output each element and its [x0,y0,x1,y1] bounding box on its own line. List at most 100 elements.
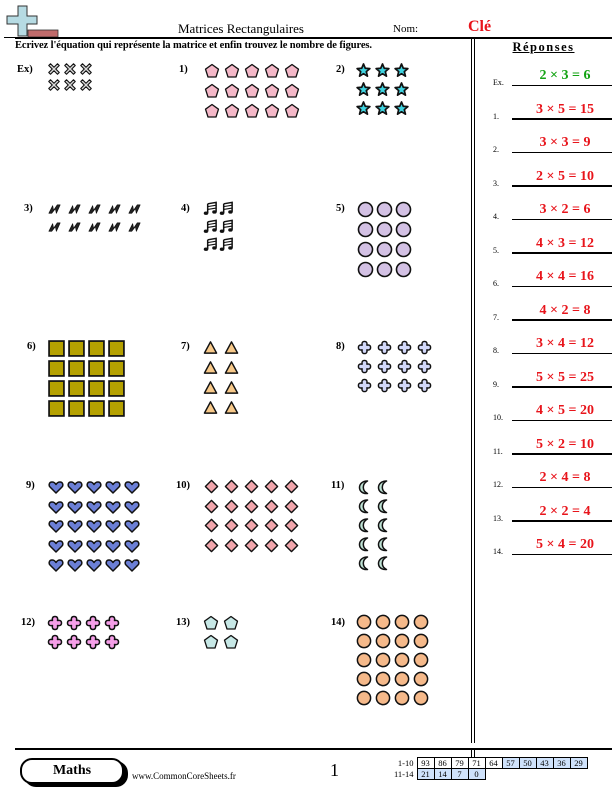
answer-text[interactable]: 2 × 5 = 10 [512,169,612,185]
pentagon-icon [223,634,239,649]
crescent-icon [358,556,369,571]
answer-line [512,84,612,86]
answer-number: 8. [493,346,499,355]
answer-row: 9. 5 × 5 = 25 [493,369,612,389]
answer-line [512,486,612,488]
star-icon [394,101,409,115]
square-icon [48,340,65,357]
heart-icon [48,481,64,494]
music-note-icon [219,219,233,233]
circle-icon [356,671,372,687]
crescent-icon [377,518,388,533]
pentagon-icon [204,63,220,78]
answer-line [512,386,612,388]
answer-text[interactable]: 2 × 3 = 6 [512,68,612,84]
answer-text[interactable]: 4 × 3 = 12 [512,236,612,252]
quatrefoil-icon [377,340,392,355]
triangle-icon [203,381,218,394]
square-icon [88,380,105,397]
heart-icon [67,559,83,572]
score-cell: 29 [569,757,588,769]
lightning-icon [48,204,61,214]
circle-icon [357,241,374,258]
answer-number: 6. [493,279,499,288]
problem-label: 11) [331,480,345,491]
diamond-icon [244,518,259,533]
answer-text[interactable]: 3 × 4 = 12 [512,336,612,352]
quatrefoil-icon [377,359,392,374]
answer-line [512,352,612,354]
diamond-icon [224,538,239,552]
problem-label: 13) [176,617,190,628]
answer-row: 10. 4 × 5 = 20 [493,402,612,422]
score-cell: 57 [501,757,520,769]
answer-number: 12. [493,480,503,489]
star-icon [375,101,390,115]
answer-text[interactable]: 2 × 4 = 8 [512,470,612,486]
answer-row: 13. 2 × 2 = 4 [493,503,612,523]
diamond-icon [204,518,219,533]
quatrefoil-icon [47,615,63,631]
answer-text[interactable]: 4 × 5 = 20 [512,403,612,419]
circle-icon [395,261,412,278]
circle-icon [375,671,391,687]
answer-line [512,419,612,421]
answer-number: 3. [493,178,499,188]
answer-number: 4. [493,212,499,221]
answer-line [512,151,612,153]
triangle-icon [203,341,218,354]
square-icon [108,360,125,377]
diamond-icon [284,518,299,533]
heart-icon [86,539,102,553]
diamond-icon [284,538,299,552]
score-cell: 36 [552,757,571,769]
problem-label: 2) [336,64,345,75]
answer-text[interactable]: 3 × 3 = 9 [512,135,612,151]
answer-text[interactable]: 3 × 2 = 6 [512,202,612,218]
lightning-icon [108,204,121,214]
answer-row: Ex. 2 × 3 = 6 [493,67,612,87]
triangle-icon [224,381,239,394]
answer-text[interactable]: 4 × 2 = 8 [512,303,612,319]
answer-number: 11. [493,446,503,456]
diamond-icon [224,479,239,494]
circle-icon [394,614,410,630]
problem-label: 5) [336,203,345,214]
lightning-icon [68,204,81,214]
score-range-label: 11-14 [394,769,414,779]
star-icon [356,63,371,77]
square-icon [68,360,85,377]
star-icon [356,101,371,115]
heart-icon [86,520,102,533]
lightning-icon [48,222,61,232]
square-icon [108,340,125,357]
answer-text[interactable]: 5 × 2 = 10 [512,437,612,453]
star-icon [394,63,409,77]
circle-icon [394,633,410,649]
problem-label: Ex) [17,64,33,75]
score-row: 11-14 21 14 7 0 [392,768,587,780]
diamond-icon [224,518,239,533]
answer-line [512,252,612,254]
problem-label: 8) [336,341,345,352]
answer-text[interactable]: 5 × 4 = 20 [512,537,612,553]
square-icon [88,400,105,417]
answer-text[interactable]: 4 × 4 = 16 [512,269,612,285]
circle-icon [376,221,393,238]
quatrefoil-icon [397,359,412,374]
problem-label: 1) [179,64,188,75]
answer-line [512,185,612,187]
circle-icon [375,614,391,630]
answer-text[interactable]: 5 × 5 = 25 [512,370,612,386]
footer-divider [471,749,475,757]
pentagon-icon [224,83,240,98]
website-link[interactable]: www.CommonCoreSheets.fr [132,771,236,781]
score-cell: 0 [467,768,486,780]
answer-text[interactable]: 2 × 2 = 4 [512,504,612,520]
triangle-icon [224,401,239,414]
score-cell: 64 [484,757,503,769]
name-value: Clé [468,18,492,35]
answer-line [512,285,612,287]
diamond-icon [284,479,299,494]
answer-text[interactable]: 3 × 5 = 15 [512,102,612,118]
